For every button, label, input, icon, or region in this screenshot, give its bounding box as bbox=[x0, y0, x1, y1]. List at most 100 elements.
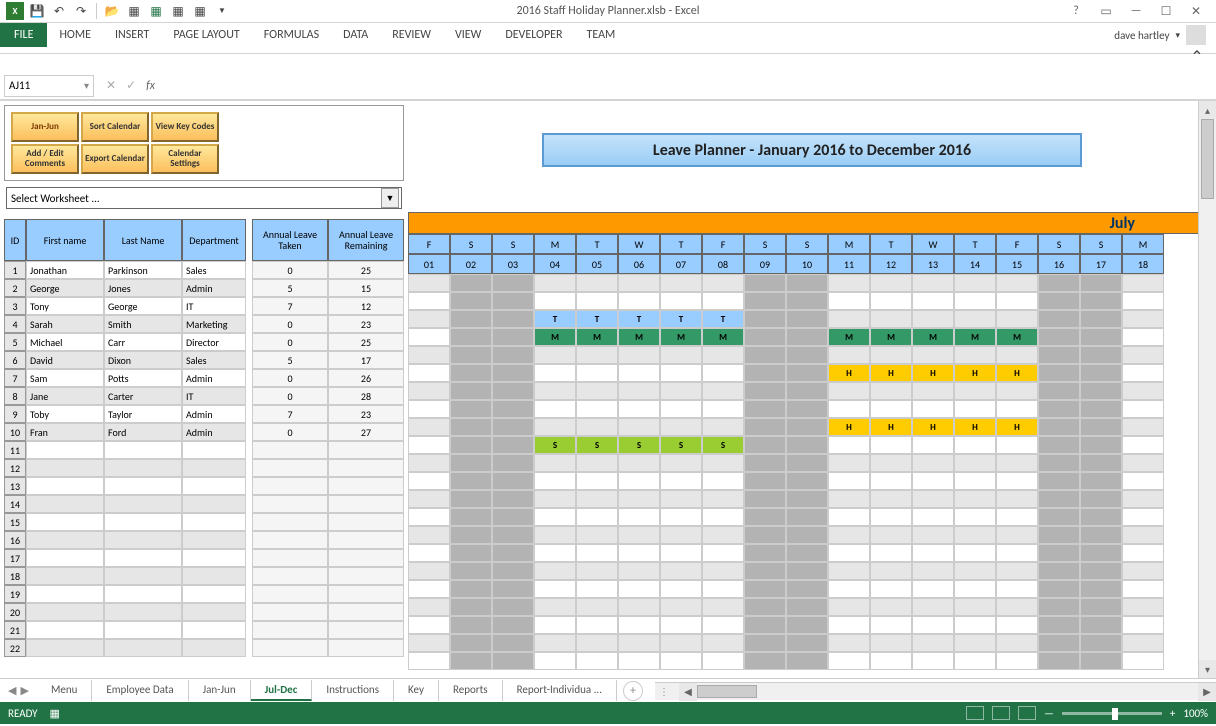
calendar-cell[interactable] bbox=[1038, 400, 1080, 418]
add-edit-comments-button[interactable]: Add / Edit Comments bbox=[11, 144, 79, 174]
cell-last-name[interactable]: Ford bbox=[104, 423, 182, 441]
calendar-cell[interactable] bbox=[996, 634, 1038, 652]
calendar-cell[interactable] bbox=[1038, 544, 1080, 562]
calendar-cell[interactable] bbox=[660, 364, 702, 382]
calendar-cell[interactable]: M bbox=[912, 328, 954, 346]
open-icon[interactable]: 📂 bbox=[103, 2, 121, 20]
calendar-cell[interactable] bbox=[534, 382, 576, 400]
calendar-cell[interactable] bbox=[450, 490, 492, 508]
cell-first-name[interactable]: George bbox=[26, 279, 104, 297]
calendar-cell[interactable] bbox=[870, 472, 912, 490]
calendar-cell[interactable] bbox=[1122, 310, 1164, 328]
calendar-cell[interactable] bbox=[450, 274, 492, 292]
calendar-cell[interactable]: S bbox=[618, 436, 660, 454]
calendar-cell[interactable] bbox=[870, 310, 912, 328]
calendar-cell[interactable] bbox=[1080, 508, 1122, 526]
cell-id[interactable]: 21 bbox=[4, 621, 26, 639]
cell-last-name[interactable]: Jones bbox=[104, 279, 182, 297]
calendar-cell[interactable] bbox=[1038, 328, 1080, 346]
calendar-cell[interactable] bbox=[954, 562, 996, 580]
calendar-cell[interactable] bbox=[828, 652, 870, 670]
calendar-cell[interactable] bbox=[1080, 346, 1122, 364]
calendar-cell[interactable] bbox=[408, 418, 450, 436]
calendar-cell[interactable] bbox=[786, 328, 828, 346]
staff-row[interactable]: 9 Toby Taylor Admin 7 23 bbox=[4, 405, 408, 423]
calendar-cell[interactable] bbox=[576, 292, 618, 310]
calendar-cell[interactable] bbox=[408, 364, 450, 382]
qat-dropdown-icon[interactable]: ▼ bbox=[213, 2, 231, 20]
calendar-cell[interactable] bbox=[1080, 382, 1122, 400]
calendar-cell[interactable]: H bbox=[870, 364, 912, 382]
zoom-in-icon[interactable]: + bbox=[1170, 707, 1175, 720]
cell-first-name[interactable]: David bbox=[26, 351, 104, 369]
calendar-cell[interactable] bbox=[1080, 436, 1122, 454]
cell-leave-remaining[interactable]: 25 bbox=[328, 261, 404, 279]
staff-row[interactable]: 5 Michael Carr Director 0 25 bbox=[4, 333, 408, 351]
cell-id[interactable]: 6 bbox=[4, 351, 26, 369]
calendar-cell[interactable] bbox=[408, 544, 450, 562]
calendar-cell[interactable] bbox=[744, 292, 786, 310]
staff-row-empty[interactable]: 16 bbox=[4, 531, 408, 549]
calendar-cell[interactable] bbox=[408, 508, 450, 526]
calendar-cell[interactable]: S bbox=[702, 436, 744, 454]
calendar-cell[interactable] bbox=[996, 436, 1038, 454]
minimize-icon[interactable]: — bbox=[1124, 2, 1148, 20]
calendar-cell[interactable] bbox=[618, 418, 660, 436]
calendar-cell[interactable] bbox=[744, 346, 786, 364]
calendar-cell[interactable] bbox=[786, 508, 828, 526]
calendar-cell[interactable] bbox=[1038, 310, 1080, 328]
calendar-cell[interactable] bbox=[912, 526, 954, 544]
calendar-cell[interactable] bbox=[744, 652, 786, 670]
calendar-cell[interactable] bbox=[1122, 454, 1164, 472]
calendar-cell[interactable] bbox=[744, 634, 786, 652]
cell-first-name[interactable]: Jane bbox=[26, 387, 104, 405]
calendar-cell[interactable]: S bbox=[576, 436, 618, 454]
calendar-cell[interactable] bbox=[828, 436, 870, 454]
calendar-cell[interactable] bbox=[660, 400, 702, 418]
calendar-cell[interactable]: T bbox=[576, 310, 618, 328]
calendar-cell[interactable] bbox=[744, 580, 786, 598]
calendar-cell[interactable] bbox=[1080, 634, 1122, 652]
calendar-cell[interactable]: M bbox=[870, 328, 912, 346]
calendar-cell[interactable] bbox=[786, 400, 828, 418]
calendar-cell[interactable] bbox=[870, 616, 912, 634]
ribbon-options-icon[interactable]: ▭ bbox=[1094, 2, 1118, 20]
calendar-cell[interactable] bbox=[786, 562, 828, 580]
calendar-cell[interactable] bbox=[870, 274, 912, 292]
calendar-cell[interactable] bbox=[408, 562, 450, 580]
calendar-cell[interactable] bbox=[954, 400, 996, 418]
calendar-cell[interactable] bbox=[618, 598, 660, 616]
sheet-nav-prev-icon[interactable]: ◀ bbox=[8, 684, 16, 697]
calendar-cell[interactable] bbox=[912, 634, 954, 652]
calendar-cell[interactable] bbox=[1080, 490, 1122, 508]
calendar-cell[interactable] bbox=[786, 634, 828, 652]
calendar-cell[interactable] bbox=[534, 634, 576, 652]
help-icon[interactable]: ? bbox=[1064, 2, 1088, 20]
calendar-cell[interactable] bbox=[786, 274, 828, 292]
calendar-cell[interactable] bbox=[1038, 580, 1080, 598]
cell-id[interactable]: 19 bbox=[4, 585, 26, 603]
horizontal-scroll-thumb[interactable] bbox=[697, 685, 757, 698]
cell-last-name[interactable]: Parkinson bbox=[104, 261, 182, 279]
staff-row-empty[interactable]: 17 bbox=[4, 549, 408, 567]
cell-department[interactable]: Admin bbox=[182, 369, 246, 387]
calendar-cell[interactable] bbox=[492, 544, 534, 562]
cell-id[interactable]: 3 bbox=[4, 297, 26, 315]
calendar-cell[interactable] bbox=[828, 310, 870, 328]
calendar-cell[interactable] bbox=[576, 508, 618, 526]
staff-row-empty[interactable]: 11 bbox=[4, 441, 408, 459]
calendar-cell[interactable] bbox=[660, 562, 702, 580]
cell-id[interactable]: 2 bbox=[4, 279, 26, 297]
calendar-cell[interactable] bbox=[1038, 382, 1080, 400]
calendar-cell[interactable] bbox=[912, 472, 954, 490]
file-tab[interactable]: FILE bbox=[0, 23, 47, 47]
calendar-cell[interactable] bbox=[534, 544, 576, 562]
calendar-cell[interactable] bbox=[1122, 346, 1164, 364]
zoom-out-icon[interactable]: — bbox=[1044, 707, 1054, 720]
calendar-cell[interactable] bbox=[492, 526, 534, 544]
calendar-cell[interactable] bbox=[576, 544, 618, 562]
cell-department[interactable]: Director bbox=[182, 333, 246, 351]
calendar-cell[interactable] bbox=[408, 526, 450, 544]
calendar-cell[interactable] bbox=[618, 274, 660, 292]
calendar-cell[interactable] bbox=[870, 490, 912, 508]
